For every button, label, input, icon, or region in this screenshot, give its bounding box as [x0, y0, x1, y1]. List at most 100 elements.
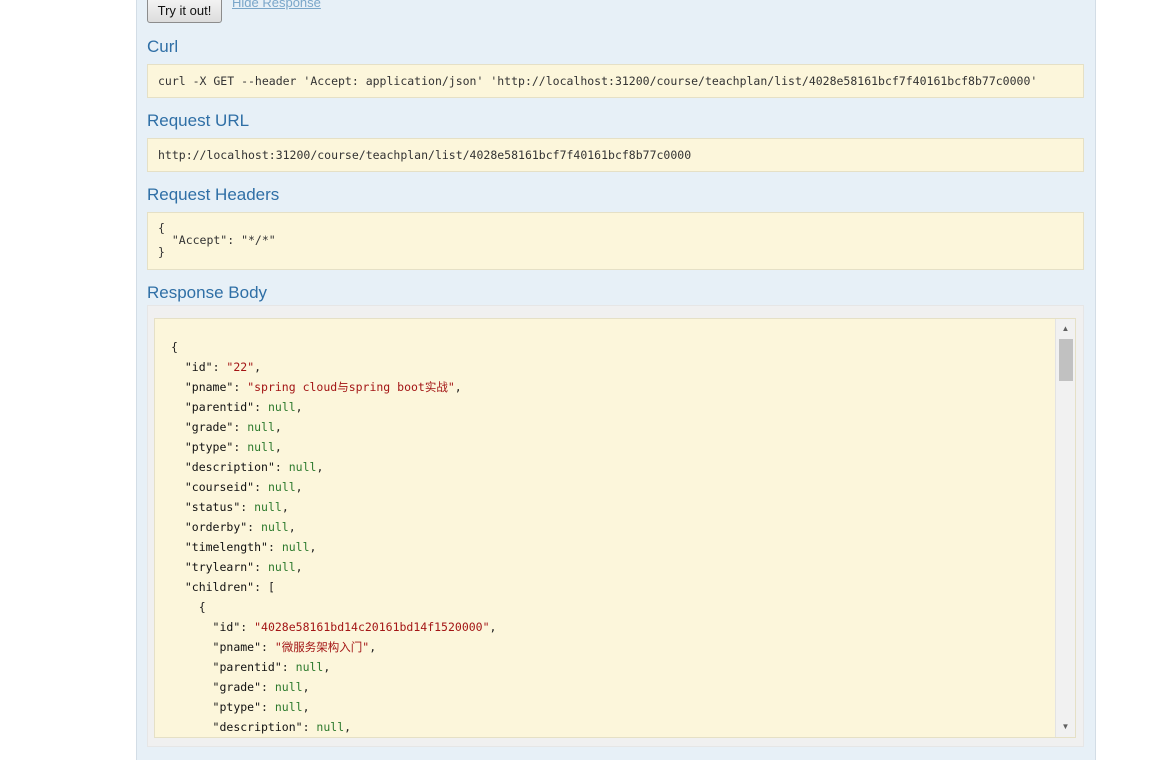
json-comma: , [288, 520, 296, 534]
json-key: "pname" [184, 380, 234, 394]
json-null-value: null [267, 400, 296, 414]
json-null-value: null [267, 480, 296, 494]
json-key: "description" [212, 720, 303, 734]
json-line: "grade": null, [171, 677, 496, 697]
json-key: "grade" [184, 420, 234, 434]
json-key: "ptype" [184, 440, 234, 454]
json-comma: , [281, 500, 289, 514]
json-key: "grade" [212, 680, 262, 694]
json-string-value: "微服务架构入门" [274, 640, 370, 654]
json-string-value: "spring cloud与spring boot实战" [247, 380, 455, 394]
response-body-heading: Response Body [147, 283, 268, 302]
json-comma: , [295, 400, 303, 414]
json-null-value: null [254, 500, 282, 514]
json-comma: , [323, 660, 331, 674]
json-null-value: null [247, 420, 275, 434]
json-null-value: null [261, 520, 289, 534]
json-line: "id": "4028e58161bd14c20161bd14f1520000"… [171, 617, 497, 637]
request-headers-heading: Request Headers [147, 185, 280, 204]
json-colon: : [254, 400, 268, 414]
json-line: "timelength": null, [171, 537, 496, 557]
json-line: "grade": null, [171, 417, 496, 437]
json-null-value: null [316, 720, 345, 734]
response-scrollbar[interactable]: ▲ ▼ [1055, 319, 1075, 737]
json-null-value: null [274, 700, 303, 714]
json-comma: , [309, 540, 317, 554]
json-colon: : [254, 560, 268, 574]
json-null-value: null [295, 660, 324, 674]
json-key: "id" [184, 360, 213, 374]
json-key: "timelength" [184, 540, 268, 554]
curl-heading: Curl [147, 37, 179, 56]
json-line: "courseid": null, [171, 477, 496, 497]
json-colon: : [274, 460, 289, 474]
hide-response-link[interactable]: Hide Response [232, 0, 321, 10]
json-comma: , [274, 440, 282, 454]
request-url-value: http://localhost:31200/course/teachplan/… [147, 138, 1084, 172]
json-null-value: null [274, 680, 303, 694]
json-colon: : [267, 540, 282, 554]
json-null-value: null [288, 460, 317, 474]
json-colon: : [254, 480, 268, 494]
json-key: "parentid" [212, 660, 282, 674]
json-comma: , [489, 620, 497, 634]
json-comma: , [302, 700, 310, 714]
json-line: "parentid": null, [171, 657, 496, 677]
json-line: "ptype": null, [171, 697, 496, 717]
json-comma: , [369, 640, 377, 654]
scroll-up-icon[interactable]: ▲ [1056, 321, 1075, 337]
response-json: { "id": "22", "pname": "spring cloud与spr… [171, 337, 496, 737]
json-comma: , [254, 360, 262, 374]
json-key: "parentid" [184, 400, 255, 414]
json-key: "description" [184, 460, 275, 474]
scroll-thumb[interactable] [1059, 339, 1073, 381]
response-body: { "id": "22", "pname": "spring cloud与spr… [154, 318, 1076, 738]
json-colon: : [261, 700, 275, 714]
json-bracket: { [171, 340, 178, 354]
json-line: "trylearn": null, [171, 557, 496, 577]
json-colon: : [261, 640, 275, 654]
json-comma: , [344, 720, 352, 734]
json-line: "description": null, [171, 717, 496, 737]
json-line: "ptype": null, [171, 437, 496, 457]
json-colon: : [254, 580, 268, 594]
json-colon: : [233, 420, 248, 434]
json-key: "courseid" [184, 480, 255, 494]
json-null-value: null [247, 440, 275, 454]
json-key: "children" [184, 580, 255, 594]
json-colon: : [212, 360, 227, 374]
json-line: "pname": "微服务架构入门", [171, 637, 496, 657]
json-colon: : [233, 440, 248, 454]
json-comma: , [274, 420, 282, 434]
json-line: "orderby": null, [171, 517, 496, 537]
try-it-out-button[interactable]: Try it out! [147, 0, 222, 23]
request-headers-value: { "Accept": "*/*"} [147, 212, 1084, 270]
json-colon: : [281, 660, 296, 674]
header-line: { [158, 221, 165, 235]
json-comma: , [302, 680, 310, 694]
json-key: "status" [184, 500, 241, 514]
json-bracket: [ [267, 580, 275, 594]
json-null-value: null [267, 560, 296, 574]
json-string-value: "4028e58161bd14c20161bd14f1520000" [254, 620, 490, 634]
json-colon: : [240, 500, 255, 514]
json-comma: , [295, 480, 303, 494]
json-comma: , [454, 380, 462, 394]
scroll-down-icon[interactable]: ▼ [1056, 719, 1075, 735]
json-null-value: null [281, 540, 310, 554]
json-line: "description": null, [171, 457, 496, 477]
